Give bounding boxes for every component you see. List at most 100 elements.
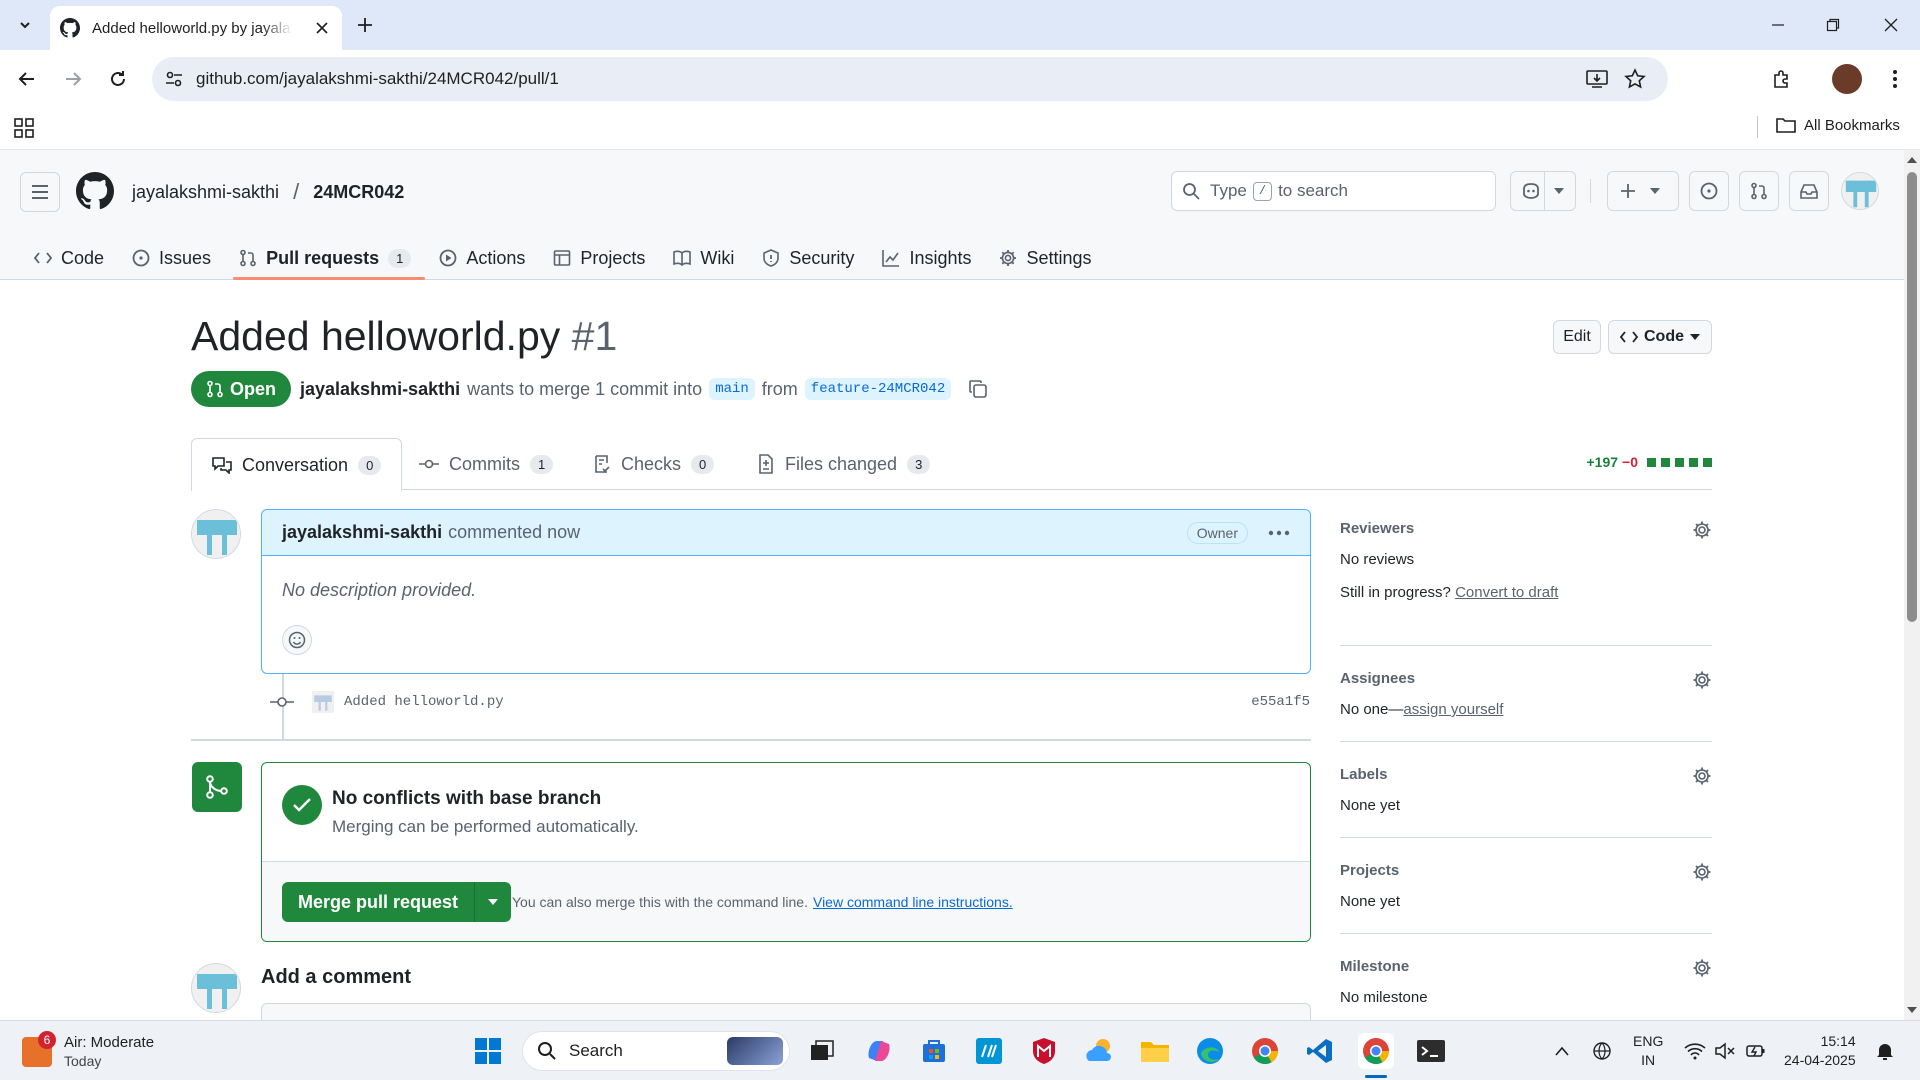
tab-search-button[interactable] [12,10,38,40]
volume-muted-icon[interactable] [1714,1042,1736,1060]
language-indicator[interactable]: ENG IN [1633,1032,1663,1070]
code-button[interactable]: Code [1608,320,1712,354]
chevron-up-icon[interactable] [1554,1045,1570,1057]
chrome-active-button[interactable] [1358,1033,1394,1069]
add-reaction-button[interactable] [282,625,312,655]
milestone-heading[interactable]: Milestone [1340,958,1712,975]
clock[interactable]: 15:14 24-04-2025 [1784,1032,1856,1070]
commit-author-avatar[interactable] [312,691,334,713]
vscode-button[interactable] [1302,1033,1338,1069]
browser-tab[interactable]: Added helloworld.py by jayalakshmi-sakth… [50,6,342,50]
gear-icon[interactable] [1692,520,1712,540]
repo-name-link[interactable]: 24MCR042 [313,182,404,203]
comment-time[interactable]: commented now [448,522,580,543]
tab-conversation[interactable]: Conversation 0 [191,438,403,491]
gear-icon[interactable] [1692,862,1712,882]
kebab-horizontal-icon[interactable] [1268,530,1290,536]
weather-app-button[interactable] [1082,1033,1118,1069]
repo-nav-wiki[interactable]: Wiki [659,236,748,280]
profile-avatar[interactable] [1832,64,1862,94]
restore-button[interactable] [1818,12,1848,38]
commit-sha-link[interactable]: e55a1f5 [1251,694,1310,710]
search-input[interactable]: Type / to search [1171,171,1496,211]
reload-button[interactable] [103,64,133,94]
scroll-up-icon[interactable] [1907,156,1917,164]
command-line-instructions-link[interactable]: View command line instructions. [813,894,1013,910]
network-globe-icon[interactable] [1590,1041,1614,1061]
tab-commits[interactable]: Commits 1 [399,438,573,490]
microsoft-store-button[interactable] [916,1033,952,1069]
repo-nav-pull-requests[interactable]: Pull requests 1 [225,236,426,280]
edge-button[interactable] [1192,1033,1228,1069]
apps-grid-icon[interactable] [14,118,34,138]
forward-button[interactable] [58,64,88,94]
all-bookmarks-button[interactable]: All Bookmarks [1776,116,1900,134]
issues-shortcut-button[interactable] [1689,171,1729,211]
gear-icon[interactable] [1692,958,1712,978]
notification-bell-icon[interactable] [1875,1041,1895,1061]
base-branch[interactable]: main [709,378,755,400]
edit-button[interactable]: Edit [1553,320,1601,354]
wifi-icon[interactable] [1684,1042,1706,1060]
repo-nav-actions[interactable]: Actions [425,236,539,280]
new-tab-button[interactable] [352,12,378,38]
comment-author-link[interactable]: jayalakshmi-sakthi [282,522,442,543]
global-menu-button[interactable] [20,172,60,212]
repo-nav-settings[interactable]: Settings [985,236,1105,280]
assign-yourself-link[interactable]: assign yourself [1403,701,1503,718]
assignees-heading[interactable]: Assignees [1340,670,1712,687]
tab-files-changed[interactable]: Files changed 3 [737,438,950,490]
labels-heading[interactable]: Labels [1340,766,1712,783]
repo-nav-issues[interactable]: Issues [118,236,225,280]
copilot-button[interactable] [1510,171,1576,211]
browser-menu-button[interactable] [1880,64,1910,94]
inbox-button[interactable] [1789,171,1829,211]
close-window-button[interactable] [1876,12,1906,38]
battery-icon[interactable] [1746,1042,1766,1060]
copy-icon[interactable] [968,379,988,399]
myhp-button[interactable] [971,1033,1007,1069]
user-avatar[interactable] [1841,172,1879,210]
weather-widget[interactable]: 6 Air: Moderate Today [22,1031,197,1073]
tab-close-button[interactable] [312,18,332,38]
merge-method-dropdown[interactable] [475,882,511,922]
page-scrollbar[interactable] [1904,150,1920,1020]
gear-icon[interactable] [1692,766,1712,786]
extensions-button[interactable] [1767,64,1797,94]
create-new-button[interactable] [1607,171,1679,211]
caret-down-icon[interactable] [1554,187,1564,195]
repo-nav-security[interactable]: Security [748,236,868,280]
repo-nav-projects[interactable]: Projects [539,236,659,280]
comment-editor[interactable] [261,1003,1311,1020]
projects-heading[interactable]: Projects [1340,862,1712,879]
commit-message-link[interactable]: Added helloworld.py [344,694,504,710]
repo-nav-insights[interactable]: Insights [868,236,985,280]
pr-author-link[interactable]: jayalakshmi-sakthi [300,379,460,400]
minimize-button[interactable] [1763,12,1793,38]
taskbar-search[interactable]: Search [522,1031,790,1071]
terminal-button[interactable] [1413,1033,1449,1069]
address-bar[interactable]: github.com/jayalakshmi-sakthi/24MCR042/p… [152,57,1668,101]
install-app-icon[interactable] [1586,69,1608,89]
chrome-button[interactable] [1247,1033,1283,1069]
start-button[interactable] [470,1033,506,1069]
copilot-app-button[interactable] [861,1033,897,1069]
merge-pull-request-button[interactable]: Merge pull request [282,882,476,922]
back-button[interactable] [12,64,42,94]
comment-author-avatar[interactable] [191,509,241,559]
scrollbar-thumb[interactable] [1907,172,1917,622]
scroll-down-icon[interactable] [1907,1006,1917,1014]
reviewers-heading[interactable]: Reviewers [1340,520,1712,537]
mcafee-button[interactable] [1026,1033,1062,1069]
all-bookmarks-label[interactable]: All Bookmarks [1804,117,1900,134]
task-view-button[interactable] [804,1033,840,1069]
repo-nav-code[interactable]: Code [20,236,118,280]
url-text[interactable]: github.com/jayalakshmi-sakthi/24MCR042/p… [196,69,559,89]
github-logo-icon[interactable] [76,172,114,210]
gear-icon[interactable] [1692,670,1712,690]
convert-to-draft-link[interactable]: Convert to draft [1455,584,1558,601]
file-explorer-button[interactable] [1137,1033,1173,1069]
pull-requests-shortcut-button[interactable] [1739,171,1779,211]
repo-owner-link[interactable]: jayalakshmi-sakthi [132,182,279,203]
head-branch[interactable]: feature-24MCR042 [804,378,952,400]
